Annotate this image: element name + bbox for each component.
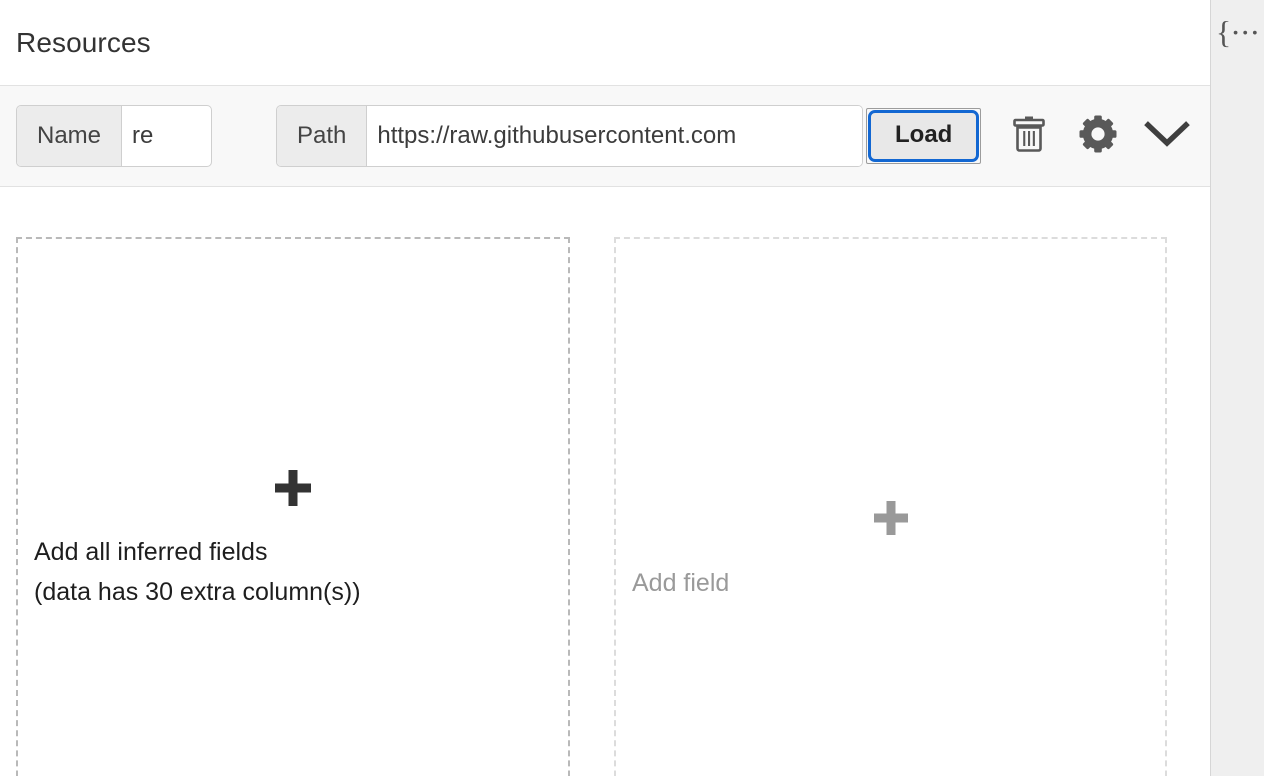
fields-drop-area: Add all inferred fields (data has 30 ext… <box>0 187 1210 776</box>
gear-icon <box>1078 114 1118 159</box>
resource-toolbar: Name Path Load <box>0 86 1210 187</box>
delete-resource-button[interactable] <box>1003 105 1055 167</box>
panel-inner: Add field <box>616 239 1165 776</box>
resource-settings-button[interactable] <box>1072 105 1124 167</box>
add-field-panel[interactable]: Add field <box>614 237 1167 776</box>
page-header: Resources <box>0 0 1210 86</box>
plus-icon <box>872 499 910 537</box>
json-braces-icon[interactable]: {··· <box>1216 16 1260 776</box>
expand-collapse-button[interactable] <box>1141 105 1193 167</box>
name-label: Name <box>17 106 123 166</box>
path-label: Path <box>277 106 368 166</box>
load-button[interactable]: Load <box>868 110 980 162</box>
panel-inner: Add all inferred fields (data has 30 ext… <box>18 239 568 776</box>
path-input-group[interactable]: Path <box>276 105 863 167</box>
add-all-inferred-fields-panel[interactable]: Add all inferred fields (data has 30 ext… <box>16 237 570 776</box>
chevron-down-icon <box>1144 119 1191 154</box>
plus-icon <box>273 468 313 508</box>
name-input[interactable] <box>122 106 187 166</box>
add-field-label: Add field <box>632 569 730 597</box>
editor-main-column: Resources Name Path Load <box>0 0 1210 776</box>
load-button-focus-wrapper: Load <box>866 108 982 164</box>
resources-editor: Resources Name Path Load <box>0 0 1264 776</box>
add-all-inferred-fields-label: Add all inferred fields (data has 30 ext… <box>34 538 361 606</box>
page-title: Resources <box>16 26 151 58</box>
name-input-group[interactable]: Name <box>16 105 212 167</box>
path-input[interactable] <box>367 106 862 166</box>
json-side-rail: {··· <box>1210 0 1264 776</box>
trash-icon <box>1012 115 1046 158</box>
